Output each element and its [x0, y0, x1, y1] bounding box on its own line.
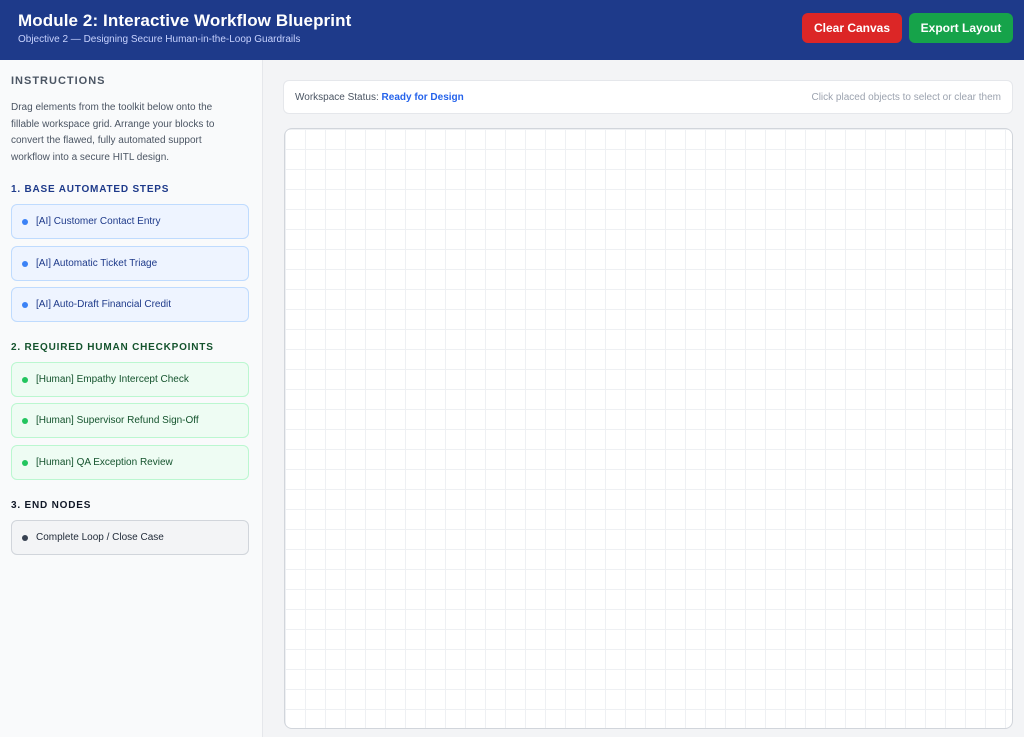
status-hint: Click placed objects to select or clear … — [811, 92, 1001, 103]
tool-item-label: [Human] QA Exception Review — [36, 457, 173, 468]
tool-item-human-refund-signoff[interactable]: [Human] Supervisor Refund Sign-Off — [11, 403, 249, 438]
blue-dot-icon — [22, 301, 28, 308]
tool-item-label: [Human] Empathy Intercept Check — [36, 374, 189, 385]
instructions-text: Drag elements from the toolkit below ont… — [11, 102, 215, 163]
tool-item-ai-financial-credit[interactable]: [AI] Auto-Draft Financial Credit — [11, 287, 249, 322]
section-title-human: 2. REQUIRED HUMAN CHECKPOINTS — [11, 342, 214, 353]
section-title-automated: 1. BASE AUTOMATED STEPS — [11, 184, 170, 195]
section-title-end-nodes: 3. END NODES — [11, 500, 92, 511]
export-layout-button[interactable]: Export Layout — [909, 13, 1013, 43]
clear-canvas-button[interactable]: Clear Canvas — [802, 13, 902, 43]
status-label: Workspace Status: — [295, 92, 379, 103]
page-subtitle: Objective 2 — Designing Secure Human-in-… — [18, 34, 301, 45]
dark-dot-icon — [22, 534, 28, 541]
page-title: Module 2: Interactive Workflow Blueprint — [18, 11, 352, 30]
workspace-status-bar: Workspace Status: Ready for Design Click… — [283, 80, 1013, 114]
app-header: Module 2: Interactive Workflow Blueprint… — [0, 0, 1024, 60]
workspace-canvas[interactable] — [284, 128, 1013, 729]
green-dot-icon — [22, 376, 28, 383]
green-dot-icon — [22, 459, 28, 466]
tool-item-human-empathy-check[interactable]: [Human] Empathy Intercept Check — [11, 362, 249, 397]
tool-item-label: Complete Loop / Close Case — [36, 532, 164, 543]
green-dot-icon — [22, 417, 28, 424]
tool-item-label: [AI] Automatic Ticket Triage — [36, 258, 158, 269]
tool-item-ai-contact-entry[interactable]: [AI] Customer Contact Entry — [11, 204, 249, 239]
blue-dot-icon — [22, 218, 28, 225]
status-value: Ready for Design — [381, 92, 464, 103]
tool-item-human-qa-review[interactable]: [Human] QA Exception Review — [11, 445, 249, 480]
instructions-heading: INSTRUCTIONS — [11, 75, 106, 87]
workspace-status: Workspace Status: Ready for Design — [295, 92, 464, 103]
tool-item-label: [Human] Supervisor Refund Sign-Off — [36, 415, 199, 426]
blue-dot-icon — [22, 260, 28, 267]
tool-item-label: [AI] Customer Contact Entry — [36, 216, 161, 227]
tool-item-end-close-case[interactable]: Complete Loop / Close Case — [11, 520, 249, 555]
toolkit-sidebar: INSTRUCTIONS Drag elements from the tool… — [0, 60, 263, 737]
tool-item-ai-ticket-triage[interactable]: [AI] Automatic Ticket Triage — [11, 246, 249, 281]
tool-item-label: [AI] Auto-Draft Financial Credit — [36, 299, 172, 310]
